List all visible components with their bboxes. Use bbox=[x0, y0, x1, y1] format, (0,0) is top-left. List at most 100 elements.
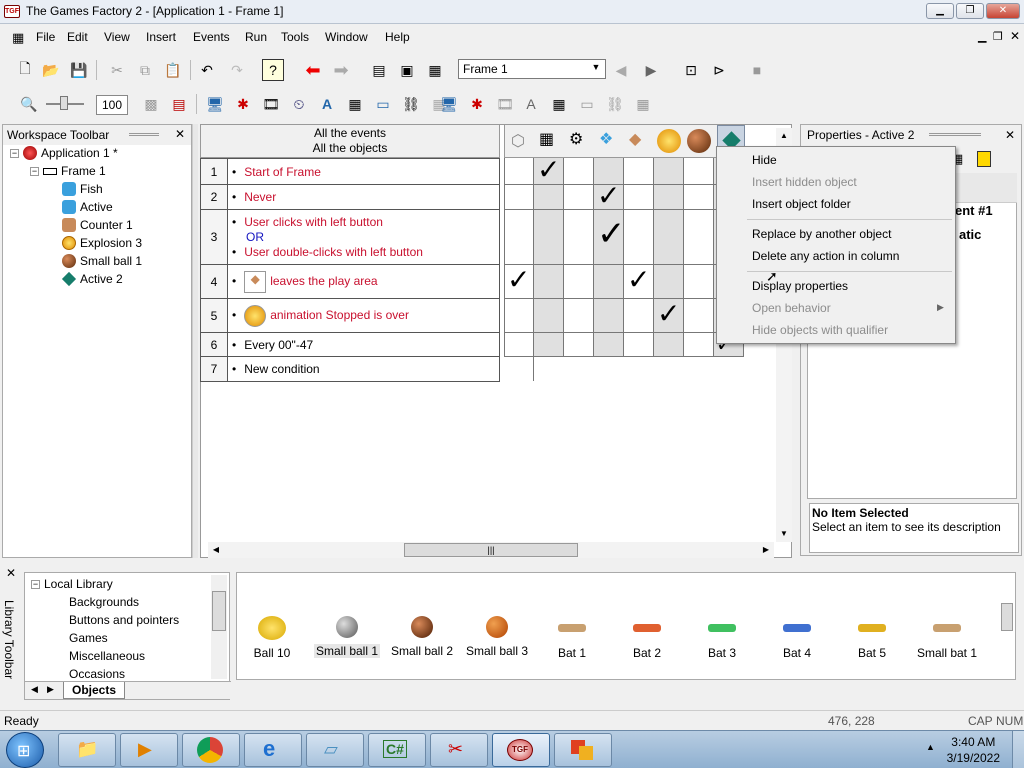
joystick-icon[interactable]: ⛓ bbox=[400, 93, 422, 115]
header-all-events[interactable]: All the events bbox=[201, 126, 499, 141]
tree-object-active2[interactable]: Active 2 bbox=[61, 271, 123, 287]
menu-item-open-behavior[interactable]: Open behavior bbox=[752, 301, 831, 315]
library-folder[interactable]: Occasions bbox=[69, 667, 125, 681]
menu-run[interactable]: Run bbox=[245, 30, 267, 44]
save-icon[interactable]: 💾 bbox=[68, 59, 90, 81]
mouse-keyboard2-icon[interactable]: ✱ bbox=[466, 93, 488, 115]
prev-frame-icon[interactable]: ◀ bbox=[610, 59, 632, 81]
undo-icon[interactable]: ↶ bbox=[196, 59, 218, 81]
paste-icon[interactable]: 📋 bbox=[162, 59, 184, 81]
cut-icon[interactable]: ✂ bbox=[106, 59, 128, 81]
help-icon[interactable]: ? bbox=[262, 59, 284, 81]
zoom-slider-thumb[interactable] bbox=[60, 96, 68, 110]
clock-icon[interactable]: ⏲ bbox=[288, 93, 310, 115]
taskbar-ie[interactable]: e bbox=[244, 733, 302, 767]
redo-icon[interactable]: ↷ bbox=[226, 59, 248, 81]
new-file-icon[interactable]: 🗋 bbox=[14, 59, 36, 81]
tree-application[interactable]: − Application 1 * bbox=[10, 146, 118, 160]
library-item-selected[interactable]: Small ball 1 bbox=[307, 616, 387, 658]
tray-expand-icon[interactable]: ▲ bbox=[926, 742, 935, 752]
copy-icon[interactable]: ⧉ bbox=[134, 59, 156, 81]
play-step-icon[interactable]: ⊳ bbox=[708, 59, 730, 81]
menu-item-insert-folder[interactable]: Insert object folder bbox=[752, 197, 851, 211]
condition-text[interactable]: User clicks with left button bbox=[244, 215, 383, 229]
header-all-objects[interactable]: All the objects bbox=[201, 141, 499, 156]
menu-events[interactable]: Events bbox=[193, 30, 230, 44]
tab-prev-icon[interactable]: ◀ bbox=[31, 684, 38, 695]
taskbar-media-player[interactable]: ▶ bbox=[120, 733, 178, 767]
taskbar-csharp[interactable]: C# bbox=[368, 733, 426, 767]
list-icon[interactable]: ▤ bbox=[168, 93, 190, 115]
event-row[interactable]: 6 • Every 00"-47 bbox=[200, 332, 500, 357]
computer2-icon[interactable]: 🖥 bbox=[438, 93, 460, 115]
mdi-system-icon[interactable]: ▦ bbox=[12, 30, 24, 46]
open-folder-icon[interactable]: 📂 bbox=[40, 59, 62, 81]
mdi-close-icon[interactable]: ✕ bbox=[1010, 29, 1020, 43]
text-icon[interactable]: A bbox=[316, 93, 338, 115]
checker-icon[interactable]: ▦ bbox=[344, 93, 366, 115]
condition-text[interactable]: Never bbox=[244, 190, 276, 204]
event-row[interactable]: 7 • New condition bbox=[200, 356, 500, 382]
library-folder[interactable]: Buttons and pointers bbox=[69, 613, 179, 627]
library-folder[interactable]: Games bbox=[69, 631, 108, 645]
menu-edit[interactable]: Edit bbox=[67, 30, 88, 44]
checker2-icon[interactable]: ▦ bbox=[548, 93, 570, 115]
show-desktop-button[interactable] bbox=[1012, 731, 1024, 768]
event-row[interactable]: 3 • User clicks with left button OR • User… bbox=[200, 209, 500, 265]
explosion-icon[interactable] bbox=[657, 129, 681, 153]
library-item[interactable]: Small bat 1 bbox=[907, 616, 987, 660]
zoom-icon[interactable]: 🔍 bbox=[18, 93, 40, 115]
tab-objects[interactable]: Objects bbox=[63, 682, 126, 699]
tree-object-small-ball[interactable]: Small ball 1 bbox=[62, 254, 142, 268]
table2-icon[interactable]: ▦ bbox=[632, 93, 654, 115]
check-mark[interactable]: ✓ bbox=[657, 300, 680, 328]
filmstrip2-icon[interactable]: 🎞 bbox=[494, 93, 516, 115]
library-root[interactable]: − Local Library bbox=[31, 577, 113, 591]
tree-object-active[interactable]: Active bbox=[62, 200, 113, 214]
grid-icon[interactable]: ▩ bbox=[140, 93, 162, 115]
event-row[interactable]: 5 • animation Stopped is over bbox=[200, 298, 500, 333]
new-condition[interactable]: New condition bbox=[244, 362, 319, 376]
tree-object-explosion[interactable]: Explosion 3 bbox=[62, 236, 142, 250]
library-item[interactable]: Small ball 2 bbox=[382, 616, 462, 658]
fish-icon[interactable]: ❖ bbox=[599, 129, 613, 149]
menu-item-delete-actions[interactable]: Delete any action in column bbox=[752, 249, 899, 263]
counter-icon[interactable]: ◆ bbox=[629, 129, 641, 149]
computer-icon[interactable]: 🖥 bbox=[204, 93, 226, 115]
tab-next-icon[interactable]: ▶ bbox=[47, 684, 54, 695]
library-folder[interactable]: Backgrounds bbox=[69, 595, 139, 609]
filmstrip-icon[interactable]: 🎞 bbox=[260, 93, 282, 115]
check-mark[interactable]: ✓ bbox=[627, 266, 650, 294]
close-icon[interactable]: ✕ bbox=[175, 127, 185, 141]
taskbar-chrome[interactable] bbox=[182, 733, 240, 767]
library-scroll-thumb[interactable] bbox=[1001, 603, 1013, 631]
menu-item-insert-hidden[interactable]: Insert hidden object bbox=[752, 175, 857, 189]
condition-text[interactable]: User double-clicks with left button bbox=[244, 245, 423, 259]
check-mark[interactable]: ✓ bbox=[597, 217, 626, 251]
ball-icon[interactable] bbox=[687, 129, 711, 153]
close-button[interactable]: ✕ bbox=[986, 3, 1020, 19]
menu-tools[interactable]: Tools bbox=[281, 30, 309, 44]
mdi-minimize-icon[interactable]: ▁ bbox=[978, 30, 986, 43]
taskbar-snipping[interactable]: ✂ bbox=[430, 733, 488, 767]
frame-editor-icon[interactable]: ▣ bbox=[396, 59, 418, 81]
scroll-right-icon[interactable]: ▶ bbox=[758, 542, 774, 558]
tree-object-fish[interactable]: Fish bbox=[62, 182, 103, 196]
menu-insert[interactable]: Insert bbox=[146, 30, 176, 44]
clock[interactable]: 3:40 AM 3/19/2022 bbox=[947, 734, 1000, 766]
menu-item-hide[interactable]: Hide bbox=[752, 153, 777, 167]
scroll-left-icon[interactable]: ◀ bbox=[208, 542, 224, 558]
check-mark[interactable]: ✓ bbox=[597, 182, 620, 210]
minimize-button[interactable]: ▁ bbox=[926, 3, 954, 19]
library-item[interactable]: Bat 2 bbox=[607, 616, 687, 660]
scroll-up-icon[interactable]: ▲ bbox=[776, 128, 792, 144]
taskbar-office[interactable] bbox=[554, 733, 612, 767]
mouse-keyboard-icon[interactable]: ✱ bbox=[232, 93, 254, 115]
splitter[interactable] bbox=[192, 124, 198, 558]
close-icon[interactable]: ✕ bbox=[1005, 128, 1015, 142]
play-frame-icon[interactable]: ⊡ bbox=[680, 59, 702, 81]
library-item[interactable]: Bat 5 bbox=[832, 616, 912, 660]
back-arrow-icon[interactable]: ⬅ bbox=[302, 59, 324, 81]
scroll-down-icon[interactable]: ▼ bbox=[776, 526, 792, 542]
storyboard-controls-icon[interactable]: ⚙ bbox=[569, 129, 583, 149]
